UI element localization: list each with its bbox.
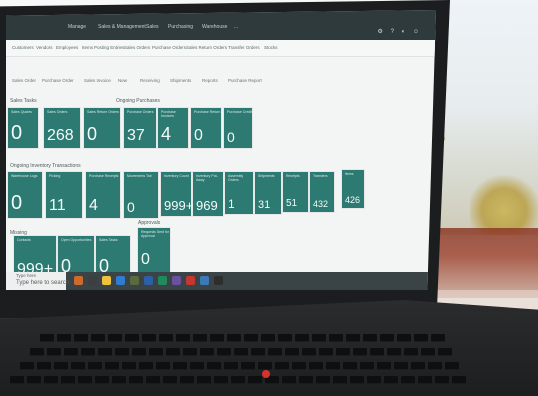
kpi-tile[interactable]: Purchase Credit 0: [224, 108, 252, 148]
nav-menubar: Customers Vendors Employees Items Postin…: [6, 40, 436, 57]
title-tab[interactable]: Warehouse: [202, 22, 227, 32]
kpi-tile[interactable]: Picking 11: [46, 172, 82, 218]
browser-icon[interactable]: [74, 276, 83, 285]
kpi-tile[interactable]: Purchase Return 0: [191, 108, 221, 148]
menu-item[interactable]: Sales Orders: [124, 45, 150, 50]
word-icon[interactable]: [144, 276, 153, 285]
excel-icon[interactable]: [158, 276, 167, 285]
window-controls-icon[interactable]: ⚙ ? ◐ ☺: [378, 28, 422, 35]
outlook-icon[interactable]: [186, 276, 195, 285]
title-tab[interactable]: ...: [234, 22, 238, 32]
edge-icon[interactable]: [200, 276, 209, 285]
kpi-tile[interactable]: Shipments 31: [255, 172, 281, 214]
background-tree: [470, 175, 538, 235]
menu-item[interactable]: Sales Return Orders: [186, 45, 227, 50]
app-icon[interactable]: [214, 276, 223, 285]
kpi-tile[interactable]: Receipts 51: [283, 172, 308, 212]
section-title: Ongoing Purchases: [116, 98, 160, 104]
kpi-tile[interactable]: Movements Tab 0: [124, 172, 158, 218]
file-explorer-icon[interactable]: [102, 276, 111, 285]
kpi-tile[interactable]: Requests Sent for Approval 0: [138, 228, 170, 272]
taskbar-search-input[interactable]: Type here Type here to search: [6, 272, 69, 290]
laptop-screen: Manage Sales & Management Sales Purchasi…: [6, 10, 436, 290]
menu-item[interactable]: Items: [82, 45, 93, 50]
section-title: Sales Tasks: [10, 98, 37, 104]
taskview-icon[interactable]: [88, 276, 97, 285]
title-tab[interactable]: Sales & Management: [98, 22, 146, 32]
photo-scene: Manage Sales & Management Sales Purchasi…: [0, 0, 538, 396]
kpi-tile[interactable]: Inventory Count 999+: [161, 172, 193, 216]
app-icon[interactable]: [130, 276, 139, 285]
kpi-tile[interactable]: Assembly Orders 1: [225, 172, 253, 214]
title-tab[interactable]: Sales: [146, 22, 159, 32]
menu-item[interactable]: Posting Entries: [94, 45, 124, 50]
action-item[interactable]: Purchase Report: [228, 78, 262, 83]
keyboard-row: [30, 348, 452, 356]
action-item[interactable]: Purchase Order: [42, 78, 74, 83]
action-item[interactable]: Reports: [202, 78, 218, 83]
kpi-tile[interactable]: Sales Orders 268: [44, 108, 80, 148]
menu-item[interactable]: Employees: [56, 45, 78, 50]
menu-item[interactable]: Purchase Orders: [152, 45, 186, 50]
mail-icon[interactable]: [116, 276, 125, 285]
menu-item[interactable]: Stocks: [264, 45, 278, 50]
action-item[interactable]: Sales Order: [12, 78, 36, 83]
trackpoint: [262, 370, 270, 378]
kpi-tile[interactable]: Purchase Invoices 4: [158, 108, 188, 148]
title-tab[interactable]: Purchasing: [168, 22, 193, 32]
menu-item[interactable]: Vendors: [36, 45, 53, 50]
kpi-tile[interactable]: Sales Quotes 0: [8, 108, 38, 148]
os-taskbar: Type here Type here to search: [6, 272, 436, 290]
keyboard-row: [40, 334, 445, 342]
action-item[interactable]: Sales Invoice: [84, 78, 111, 83]
title-tab[interactable]: Manage: [68, 22, 86, 32]
kpi-tile[interactable]: Items 426: [342, 170, 364, 208]
kpi-tile[interactable]: Purchase Receipts 4: [86, 172, 120, 218]
action-item[interactable]: New: [118, 78, 127, 83]
menu-item[interactable]: Customers: [12, 45, 34, 50]
kpi-tile[interactable]: Sales Return Orders 0: [84, 108, 120, 148]
teams-icon[interactable]: [172, 276, 181, 285]
keyboard-row: [20, 362, 459, 370]
menu-item[interactable]: Transfer Orders: [228, 45, 260, 50]
action-item[interactable]: Shipments: [170, 78, 191, 83]
kpi-tile[interactable]: Warehouse Logs 0: [8, 172, 42, 218]
kpi-tile[interactable]: Transfers 432: [310, 172, 334, 212]
section-title: Approvals: [138, 220, 161, 226]
action-item[interactable]: Receiving: [140, 78, 160, 83]
section-title: Ongoing Inventory Transactions: [10, 163, 81, 169]
kpi-tile[interactable]: Inventory Put-Away 969: [193, 172, 223, 216]
keyboard-row: [10, 376, 466, 384]
kpi-tile[interactable]: Purchase Orders 37: [124, 108, 156, 148]
